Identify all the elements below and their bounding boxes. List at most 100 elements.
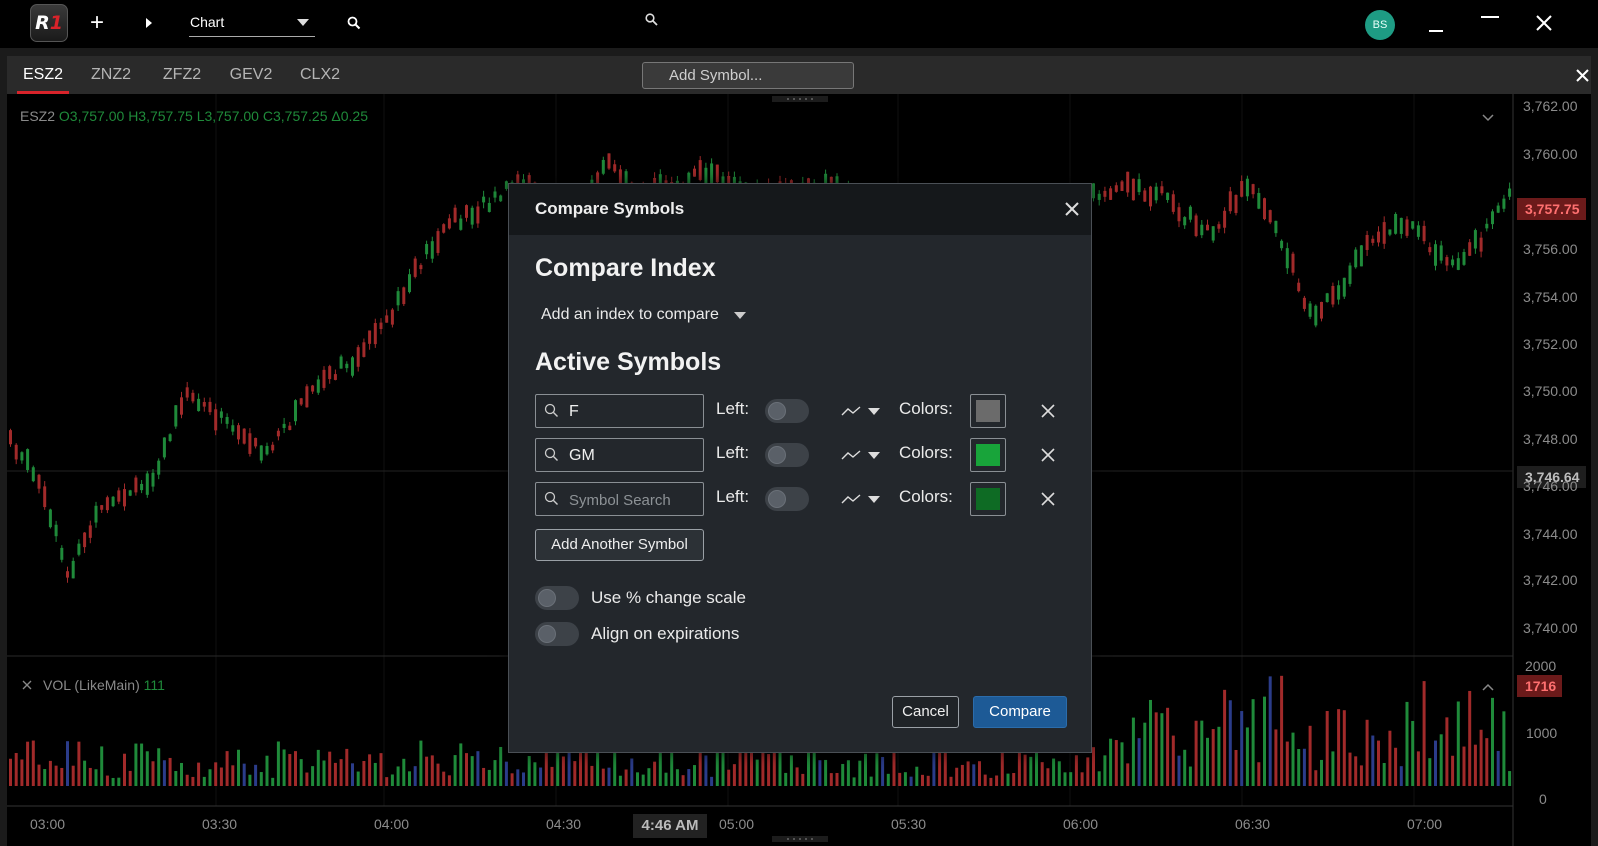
remove-indicator-icon[interactable] [22,680,32,690]
line-style-icon[interactable] [841,405,861,417]
volume-bar [362,760,366,786]
candle-body [601,159,605,174]
volume-bar [379,753,383,786]
volume-bar [1223,689,1227,786]
volume-bar [1166,707,1170,786]
volume-bar [9,758,12,786]
candle-body [105,497,109,511]
symbol-search-input[interactable]: GM [535,438,704,472]
volume-bar [1160,713,1164,786]
candle-body [1462,251,1466,265]
cancel-button[interactable]: Cancel [892,696,959,728]
play-icon[interactable] [143,15,155,31]
symbol-value: GM [569,447,595,464]
chevron-up-icon[interactable] [1482,683,1494,691]
remove-symbol-icon[interactable] [1041,448,1055,462]
candle-body [237,425,240,440]
minimize-icon[interactable] [1429,30,1443,32]
volume-bar [715,748,719,786]
candle-body [396,291,400,306]
caret-down-icon[interactable] [734,312,746,319]
volume-bar [1097,771,1101,786]
line-style-icon[interactable] [841,449,861,461]
tab-zfz2[interactable]: ZFZ2 [156,56,208,94]
compare-button[interactable]: Compare [973,696,1067,728]
volume-bar [259,772,263,786]
candle-body [1228,191,1232,212]
close-icon[interactable] [1065,202,1079,216]
candle-body [1342,277,1346,297]
chevron-down-icon[interactable] [1482,114,1494,122]
candle-body [1434,244,1437,266]
dialog-title: Compare Symbols [535,199,685,218]
align-expirations-toggle[interactable] [535,622,579,646]
candle-body [71,560,75,579]
line-style-icon[interactable] [841,493,861,505]
candle-body [259,445,263,461]
resize-grip-icon[interactable] [772,836,828,842]
volume-tick-label: 1000 [1526,725,1558,741]
candle-body [1508,188,1512,197]
tab-znz2[interactable]: ZNZ2 [85,56,137,94]
volume-bar [750,752,753,786]
volume-bar [1052,758,1056,786]
volume-bar [864,753,867,786]
candle-body [693,168,696,177]
index-select[interactable]: Add an index to compare [541,306,719,324]
tab-clx2[interactable]: CLX2 [294,56,346,94]
close-window-icon[interactable] [1535,14,1553,32]
candle-body [1177,207,1181,222]
color-picker[interactable] [970,438,1006,472]
pct-change-toggle[interactable] [535,586,579,610]
user-avatar[interactable]: BS [1365,10,1395,40]
candle-body [1183,217,1187,226]
close-icon[interactable] [1575,68,1590,83]
volume-bar [305,772,309,786]
volume-bar [983,774,987,786]
candle-body [94,505,98,523]
caret-down-icon[interactable] [297,19,309,26]
add-another-symbol-button[interactable]: Add Another Symbol [535,529,704,561]
candle-body [1485,223,1489,229]
candle-body [470,207,474,225]
volume-bar [1040,762,1044,786]
color-picker[interactable] [970,482,1006,516]
maximize-icon[interactable] [1481,16,1499,18]
volume-bar [111,777,115,786]
caret-down-icon[interactable] [868,452,880,459]
search-icon [544,403,558,417]
volume-bar [94,769,98,786]
volume-bar [493,760,497,786]
volume-bar [265,755,269,786]
candle-body [1428,247,1432,253]
symbol-search-input[interactable]: Symbol Search [535,482,704,516]
symbol-search-input[interactable]: F [535,394,704,428]
left-axis-toggle[interactable] [765,399,809,423]
left-axis-toggle[interactable] [765,487,809,511]
add-symbol-input[interactable]: Add Symbol... [642,62,854,89]
volume-bar [550,766,554,786]
candle-body [1114,185,1118,192]
candle-body [1365,234,1369,250]
candle-body [1103,190,1107,197]
tab-gev2[interactable]: GEV2 [225,56,277,94]
volume-bar [1496,750,1500,786]
volume-bar [835,772,839,786]
caret-down-icon[interactable] [868,408,880,415]
volume-bar [852,777,856,786]
remove-symbol-icon[interactable] [1041,492,1055,506]
resize-grip-icon[interactable] [772,96,828,102]
search-icon[interactable] [347,16,361,30]
volume-bar [185,774,189,786]
remove-symbol-icon[interactable] [1041,404,1055,418]
candle-body [123,489,126,507]
left-axis-toggle[interactable] [765,443,809,467]
candle-body [1502,198,1506,209]
candle-body [1126,171,1130,193]
new-window-button[interactable]: + [86,10,108,36]
caret-down-icon[interactable] [868,496,880,503]
tab-esz2[interactable]: ESZ2 [17,56,69,94]
color-picker[interactable] [970,394,1006,428]
candle-body [271,444,275,451]
candle-body [1348,265,1352,284]
